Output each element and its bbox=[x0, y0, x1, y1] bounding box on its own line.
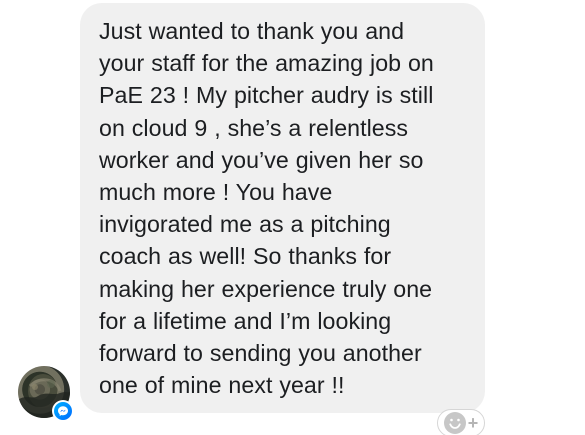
message-line: worker and you’ve given her so bbox=[99, 146, 424, 173]
message-thread: Just wanted to thank you and your staff … bbox=[0, 0, 585, 435]
message-line: your staff for the amazing job on bbox=[99, 50, 434, 77]
message-line: coach as well! So thanks for bbox=[99, 243, 392, 270]
message-line: on cloud 9 , she’s a relentless bbox=[99, 114, 409, 141]
message-line: one of mine next year !! bbox=[99, 372, 345, 399]
messenger-icon bbox=[54, 402, 72, 420]
plus-icon: + bbox=[467, 413, 479, 433]
message-line: invigorated me as a pitching bbox=[99, 211, 391, 238]
message-bubble[interactable]: Just wanted to thank you and your staff … bbox=[80, 3, 485, 413]
message-line: much more ! You have bbox=[99, 179, 333, 206]
smiley-icon bbox=[443, 412, 466, 434]
message-line: PaE 23 ! My pitcher audry is still bbox=[99, 82, 434, 109]
message-line: forward to sending you another bbox=[99, 340, 422, 367]
message-text: Just wanted to thank you and your staff … bbox=[99, 15, 473, 401]
add-reaction-button[interactable]: + bbox=[437, 409, 485, 435]
message-line: for a lifetime and I’m looking bbox=[99, 307, 392, 334]
message-line: Just wanted to thank you and bbox=[99, 18, 405, 44]
messenger-badge bbox=[52, 400, 74, 422]
message-line: making her experience truly one bbox=[99, 275, 433, 302]
